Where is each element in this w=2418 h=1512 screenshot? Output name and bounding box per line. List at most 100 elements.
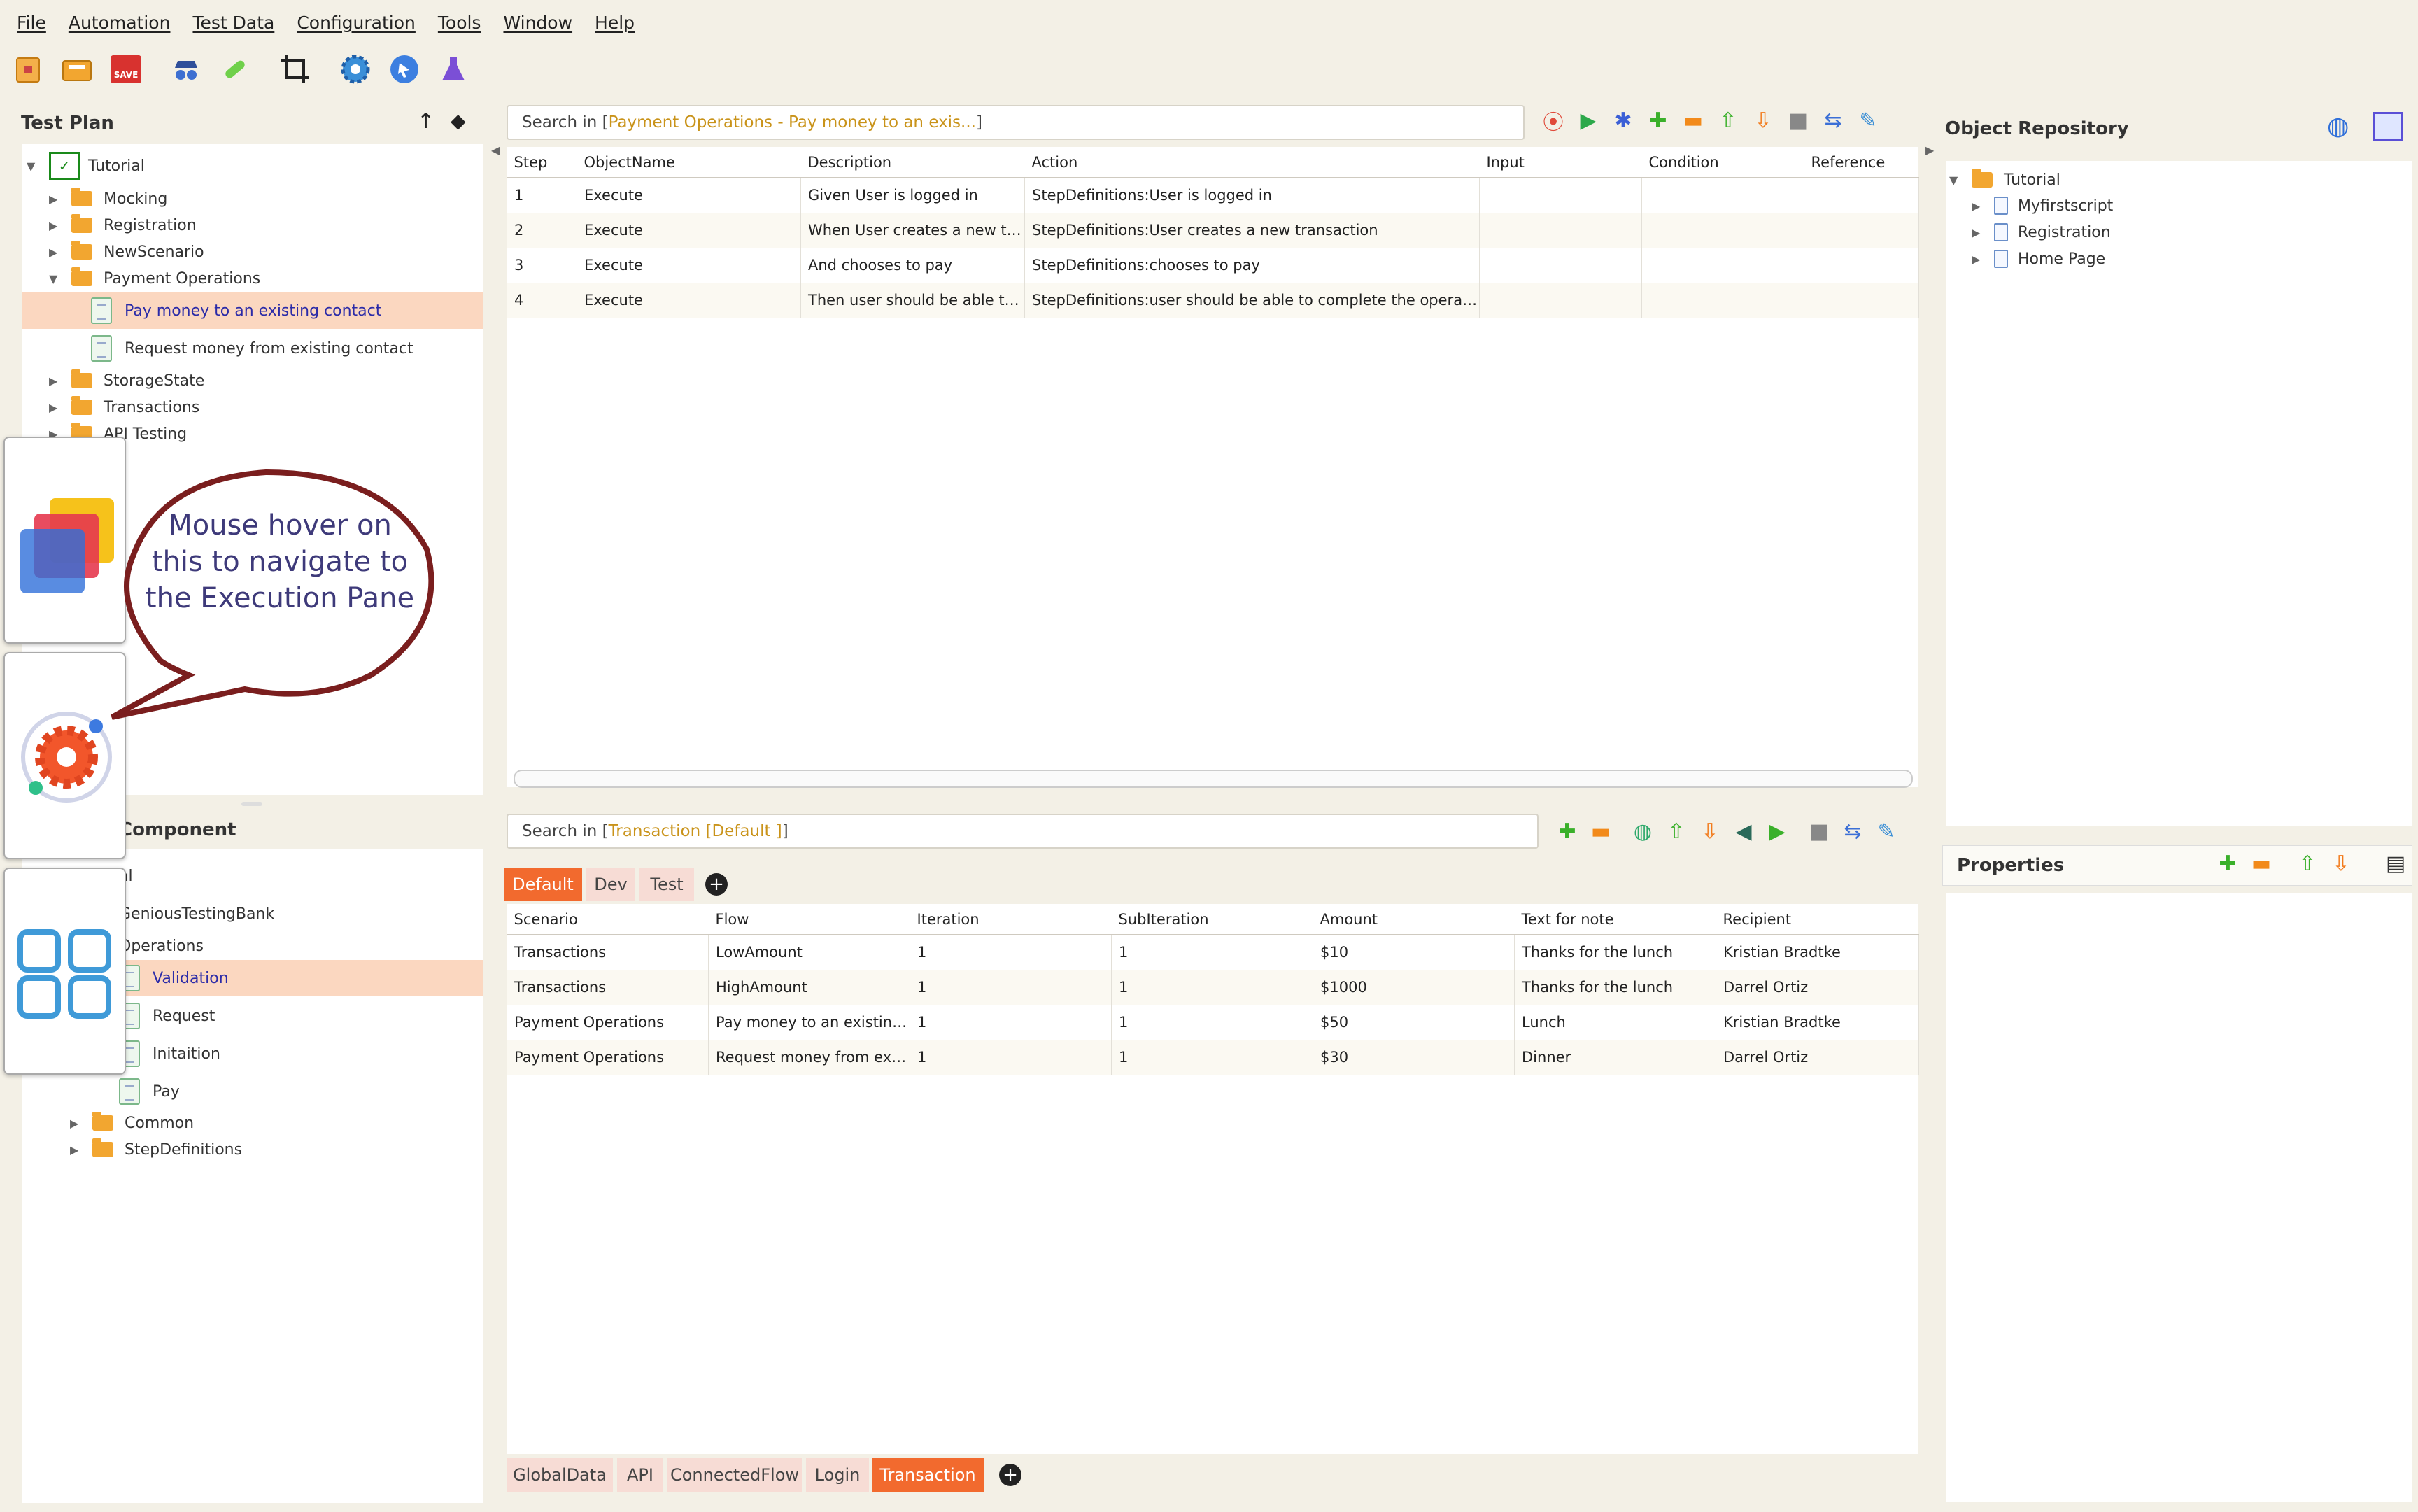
cell[interactable]: StepDefinitions:User is logged in — [1024, 177, 1480, 213]
expand-icon[interactable]: ▶ — [49, 192, 62, 206]
cell[interactable]: $10 — [1313, 934, 1515, 970]
table-row[interactable]: Transactions LowAmount 1 1 $10 Thanks for the… — [507, 934, 1919, 970]
cell[interactable]: 1 — [910, 1004, 1112, 1040]
table-row[interactable]: 3 Execute And chooses to pay StepDefinition… — [507, 247, 1919, 283]
horizontal-scrollbar[interactable] — [514, 770, 1913, 788]
swap-icon[interactable]: ⇆ — [1839, 817, 1867, 845]
remove-icon[interactable]: ▬ — [2247, 849, 2275, 877]
table-row[interactable]: Payment Operations Pay money to an existi… — [507, 1004, 1919, 1040]
cell[interactable]: Pay money to an existing... — [708, 1004, 910, 1040]
open-icon[interactable] — [11, 52, 45, 86]
tree-item-storagestate[interactable]: ▶ StorageState — [49, 367, 204, 394]
menu-tools[interactable]: Tools — [438, 13, 481, 33]
cell[interactable]: Darrel Ortiz — [1716, 969, 1919, 1005]
cell[interactable]: Kristian Bradtke — [1716, 1004, 1919, 1040]
cell[interactable]: Request money from exi... — [708, 1039, 910, 1075]
save-small-icon[interactable]: ■ — [1784, 106, 1812, 134]
cell[interactable]: Transactions — [507, 969, 709, 1005]
cell[interactable] — [1804, 177, 1919, 213]
tree-item-transactions[interactable]: ▶ Transactions — [49, 394, 199, 421]
col-input[interactable]: Input — [1479, 147, 1642, 178]
data-search-input[interactable]: Search in [ Transaction [Default ] ] — [507, 814, 1539, 849]
save-icon[interactable]: SAVE — [109, 52, 143, 86]
component-item-operations[interactable]: Operations — [119, 933, 204, 959]
collapse-icon[interactable]: ▼ — [49, 272, 62, 285]
steps-search-input[interactable]: Search in [ Payment Operations - Pay mon… — [507, 105, 1525, 140]
spy-icon[interactable] — [169, 52, 203, 86]
cell[interactable]: 3 — [507, 247, 577, 283]
cell[interactable] — [1641, 247, 1804, 283]
menu-window[interactable]: Window — [503, 13, 572, 33]
tree-root-tutorial[interactable]: ▼ ✓ Tutorial — [27, 152, 145, 180]
tree-item-newscenario[interactable]: ▶ NewScenario — [49, 239, 204, 265]
cell[interactable]: Execute — [577, 282, 801, 318]
cell[interactable] — [1479, 177, 1642, 213]
component-item-request[interactable]: Request — [119, 1002, 215, 1030]
move-down-icon[interactable]: ⇩ — [2327, 849, 2355, 877]
add-icon[interactable]: ✚ — [1553, 817, 1581, 845]
cell[interactable]: $50 — [1313, 1004, 1515, 1040]
table-row[interactable]: 4 Execute Then user should be able to ... S… — [507, 282, 1919, 318]
edit-icon[interactable]: ✎ — [1872, 817, 1900, 845]
col-description[interactable]: Description — [800, 147, 1025, 178]
table-row[interactable]: 1 Execute Given User is logged in StepDefin… — [507, 177, 1919, 213]
tree-item-request-money[interactable]: Request money from existing contact — [91, 334, 413, 362]
cell[interactable]: LowAmount — [708, 934, 910, 970]
or-item-registration[interactable]: ▶ Registration — [1972, 219, 2111, 246]
sheet-tab-connectedflow[interactable]: ConnectedFlow — [667, 1458, 802, 1492]
sheet-tab-globaldata[interactable]: GlobalData — [507, 1458, 613, 1492]
splitter-handle[interactable] — [241, 802, 262, 806]
col-condition[interactable]: Condition — [1641, 147, 1804, 178]
menu-file[interactable]: File — [17, 13, 46, 33]
or-root-tutorial[interactable]: ▼ Tutorial — [1949, 167, 2060, 193]
tree-item-registration[interactable]: ▶ Registration — [49, 212, 197, 239]
expand-icon[interactable]: ▶ — [70, 1117, 83, 1130]
cell[interactable] — [1804, 212, 1919, 248]
component-item-initaition[interactable]: Initaition — [119, 1040, 220, 1068]
menu-test-data[interactable]: Test Data — [192, 13, 274, 33]
record-icon[interactable]: ⦿ — [1539, 106, 1567, 135]
tree-item-mocking[interactable]: ▶ Mocking — [49, 185, 167, 212]
cell[interactable]: Lunch — [1514, 1004, 1716, 1040]
move-down-icon[interactable]: ⇩ — [1696, 817, 1724, 845]
col-subiteration[interactable]: SubIteration — [1111, 904, 1313, 935]
flask-icon[interactable] — [437, 52, 470, 86]
cell[interactable]: Execute — [577, 247, 801, 283]
play-icon[interactable]: ▶ — [1574, 106, 1602, 134]
cell[interactable]: Dinner — [1514, 1039, 1716, 1075]
sheet-tab-transaction[interactable]: Transaction — [872, 1458, 984, 1492]
component-item-stepdefinitions[interactable]: ▶ StepDefinitions — [70, 1136, 242, 1163]
cell[interactable]: 1 — [507, 177, 577, 213]
cell[interactable]: 1 — [1111, 1004, 1313, 1040]
cell[interactable]: Given User is logged in — [800, 177, 1025, 213]
component-item-common[interactable]: ▶ Common — [70, 1110, 194, 1136]
component-item-genious[interactable]: GeniousTestingBank — [119, 900, 274, 927]
cell[interactable] — [1479, 282, 1642, 318]
menu-automation[interactable]: Automation — [69, 13, 171, 33]
expand-icon[interactable]: ▶ — [49, 246, 62, 259]
gear-icon[interactable] — [339, 52, 372, 86]
folder-icon[interactable] — [60, 52, 94, 86]
env-tab-default[interactable]: Default — [504, 868, 582, 901]
move-up-icon[interactable]: ⇧ — [1714, 106, 1742, 134]
web-object-icon[interactable]: ◍ — [2327, 112, 2349, 141]
sheet-tab-api[interactable]: API — [617, 1458, 663, 1492]
tree-item-pay-money[interactable]: Pay money to an existing contact — [91, 297, 381, 325]
cell[interactable]: Payment Operations — [507, 1004, 709, 1040]
image-object-icon[interactable] — [2373, 112, 2403, 141]
cell[interactable] — [1479, 247, 1642, 283]
move-down-icon[interactable]: ⇩ — [1749, 106, 1777, 134]
cell[interactable]: StepDefinitions:chooses to pay — [1024, 247, 1480, 283]
cell[interactable]: 1 — [1111, 1039, 1313, 1075]
expand-icon[interactable]: ▶ — [49, 401, 62, 414]
col-reference[interactable]: Reference — [1804, 147, 1919, 178]
cell[interactable]: Darrel Ortiz — [1716, 1039, 1919, 1075]
component-item-validation[interactable]: Validation — [119, 964, 229, 992]
add-icon[interactable]: ✚ — [2214, 849, 2242, 877]
menu-configuration[interactable]: Configuration — [297, 13, 416, 33]
expand-icon[interactable]: ▶ — [49, 219, 62, 232]
cell[interactable]: 4 — [507, 282, 577, 318]
env-tab-test[interactable]: Test — [639, 868, 694, 901]
cell[interactable]: HighAmount — [708, 969, 910, 1005]
cell[interactable]: Thanks for the lunch — [1514, 969, 1716, 1005]
